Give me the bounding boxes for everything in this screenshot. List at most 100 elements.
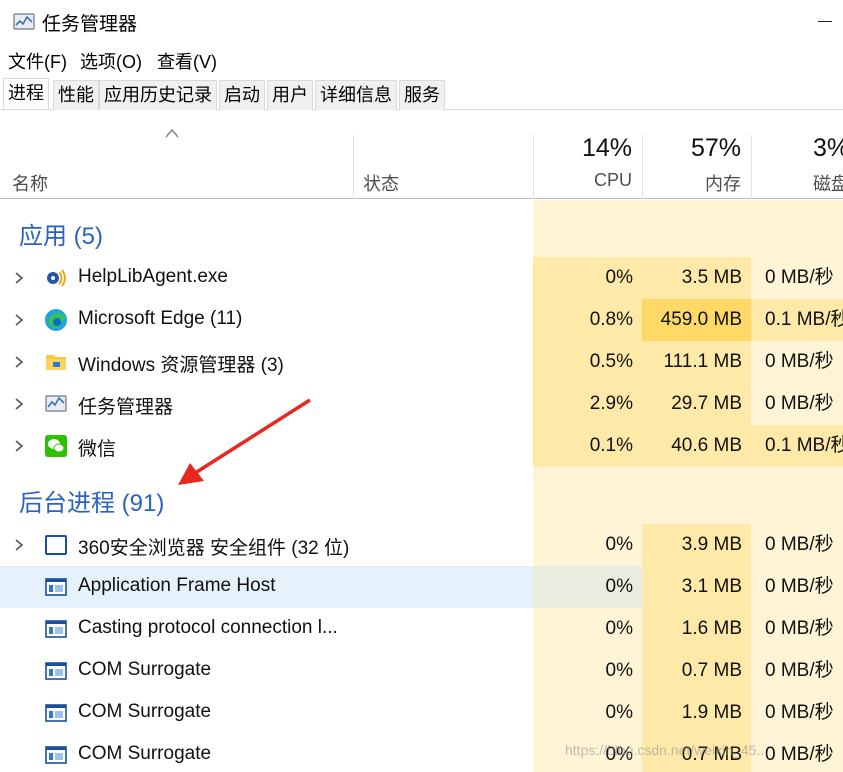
tab-performance[interactable]: 性能: [53, 80, 99, 110]
disk-cell: 0 MB/秒: [765, 534, 834, 555]
task-manager-icon: [13, 13, 35, 30]
cpu-cell: 2.9%: [533, 383, 642, 425]
process-row[interactable]: Casting protocol connection l... 0% 1.6 MB…: [0, 608, 843, 650]
disk-cell: 0 MB/秒: [765, 660, 834, 681]
disk-total-percent[interactable]: 3%: [813, 134, 843, 163]
process-row[interactable]: 任务管理器 2.9% 29.7 MB 0 MB/秒: [0, 383, 843, 425]
app-window-icon: [44, 575, 68, 599]
process-row[interactable]: COM Surrogate 0% 1.9 MB 0 MB/秒: [0, 692, 843, 734]
minimize-button[interactable]: [806, 0, 843, 44]
process-name-cell[interactable]: Windows 资源管理器 (3): [0, 341, 533, 383]
column-cpu-header[interactable]: CPU: [533, 170, 632, 191]
process-name: 微信: [78, 439, 117, 460]
process-row[interactable]: HelpLibAgent.exe 0% 3.5 MB 0 MB/秒: [0, 257, 843, 299]
memory-cell: 1.9 MB: [642, 692, 751, 734]
process-name: COM Surrogate: [78, 701, 212, 722]
tab-details[interactable]: 详细信息: [315, 80, 397, 110]
task-manager-icon: [44, 392, 68, 416]
menu-options[interactable]: 选项(O): [80, 48, 142, 74]
window-title: 任务管理器: [42, 14, 138, 35]
process-row[interactable]: 微信 0.1% 40.6 MB 0.1 MB/秒: [0, 425, 843, 467]
tab-startup[interactable]: 启动: [219, 80, 265, 110]
disk-cell: 0 MB/秒: [765, 702, 834, 723]
chevron-right-icon[interactable]: [14, 538, 24, 552]
disk-cell: 0.1 MB/秒: [751, 299, 843, 341]
process-name-cell[interactable]: Application Frame Host: [0, 566, 533, 608]
tab-services[interactable]: 服务: [399, 80, 445, 110]
column-separator[interactable]: [353, 135, 354, 199]
process-name: COM Surrogate: [78, 659, 212, 680]
memory-cell: 3.5 MB: [642, 257, 751, 299]
process-row[interactable]: 360安全浏览器 安全组件 (32 位) 0% 3.9 MB 0 MB/秒: [0, 524, 843, 566]
group-title-background[interactable]: 后台进程 (91): [19, 483, 164, 518]
cpu-cell: 0.8%: [533, 299, 642, 341]
process-row[interactable]: Application Frame Host 0% 3.1 MB 0 MB/秒: [0, 566, 843, 608]
process-name-cell[interactable]: HelpLibAgent.exe: [0, 257, 533, 299]
tab-app-history[interactable]: 应用历史记录: [99, 80, 217, 110]
chevron-right-icon[interactable]: [14, 313, 24, 327]
cpu-cell: 0.1%: [533, 425, 642, 467]
memory-cell: 40.6 MB: [642, 425, 751, 467]
process-name: Casting protocol connection l...: [78, 617, 338, 638]
disk-cell: 0 MB/秒: [765, 618, 834, 639]
process-row[interactable]: Windows 资源管理器 (3) 0.5% 111.1 MB 0 MB/秒: [0, 341, 843, 383]
memory-cell: 1.6 MB: [642, 608, 751, 650]
folder-icon: [44, 350, 68, 374]
chevron-right-icon[interactable]: [14, 439, 24, 453]
disk-cell: 0.1 MB/秒: [751, 425, 843, 467]
helplib-agent-icon: [44, 266, 68, 290]
menu-bar: 文件(F) 选项(O) 查看(V): [0, 44, 843, 76]
menu-file[interactable]: 文件(F): [8, 48, 67, 74]
cpu-cell: 0%: [605, 660, 633, 681]
memory-cell: 459.0 MB: [642, 299, 751, 341]
edge-icon: [44, 308, 68, 332]
column-memory-header[interactable]: 内存: [642, 170, 741, 196]
chevron-right-icon[interactable]: [14, 397, 24, 411]
disk-cell: 0 MB/秒: [765, 393, 834, 414]
cpu-cell: 0%: [533, 566, 642, 608]
process-name: Microsoft Edge (11): [78, 308, 243, 329]
window-icon: [44, 533, 68, 557]
app-window-icon: [44, 659, 68, 683]
process-name: 360安全浏览器 安全组件 (32 位): [78, 538, 350, 559]
process-name-cell[interactable]: 360安全浏览器 安全组件 (32 位): [0, 524, 533, 566]
process-name-cell[interactable]: Microsoft Edge (11): [0, 299, 533, 341]
process-name: Windows 资源管理器 (3): [78, 355, 284, 376]
process-name-cell[interactable]: COM Surrogate: [0, 650, 533, 692]
disk-cell: 0 MB/秒: [765, 576, 834, 597]
process-name-cell[interactable]: Casting protocol connection l...: [0, 608, 533, 650]
app-window-icon: [44, 743, 68, 767]
tab-users[interactable]: 用户: [267, 80, 313, 110]
memory-cell: 29.7 MB: [642, 383, 751, 425]
column-status-header[interactable]: 状态: [363, 170, 399, 196]
process-name-cell[interactable]: COM Surrogate: [0, 692, 533, 734]
group-title-apps[interactable]: 应用 (5): [19, 216, 103, 251]
cpu-cell: 0%: [605, 618, 633, 639]
memory-total-percent[interactable]: 57%: [642, 134, 741, 163]
wechat-icon: [44, 434, 68, 458]
process-row[interactable]: COM Surrogate 0% 0.7 MB 0 MB/秒: [0, 650, 843, 692]
sort-ascending-icon[interactable]: [165, 128, 179, 138]
watermark: https://blog.csdn.net/weixin_45...: [565, 742, 769, 758]
menu-view[interactable]: 查看(V): [157, 48, 217, 74]
cpu-cell: 0%: [533, 257, 642, 299]
column-separator[interactable]: [751, 135, 752, 199]
cpu-cell: 0%: [605, 534, 633, 555]
process-name-cell[interactable]: COM Surrogate: [0, 734, 533, 772]
process-name: 任务管理器: [78, 397, 174, 418]
memory-cell: 3.9 MB: [642, 524, 751, 566]
app-window-icon: [44, 617, 68, 641]
column-name-header[interactable]: 名称: [12, 170, 48, 196]
process-row[interactable]: Microsoft Edge (11) 0.8% 459.0 MB 0.1 MB/秒: [0, 299, 843, 341]
annotation-arrow: [178, 398, 311, 485]
tab-bar: 进程 性能 应用历史记录 启动 用户 详细信息 服务: [0, 78, 843, 110]
cpu-total-percent[interactable]: 14%: [533, 134, 632, 163]
chevron-right-icon[interactable]: [14, 355, 24, 369]
tab-processes[interactable]: 进程: [3, 78, 49, 109]
column-disk-header[interactable]: 磁盘: [813, 170, 843, 196]
memory-cell: 3.1 MB: [642, 566, 751, 608]
memory-cell: 0.7 MB: [642, 650, 751, 692]
disk-cell: 0 MB/秒: [765, 267, 834, 288]
process-name: HelpLibAgent.exe: [78, 266, 228, 287]
chevron-right-icon[interactable]: [14, 271, 24, 285]
